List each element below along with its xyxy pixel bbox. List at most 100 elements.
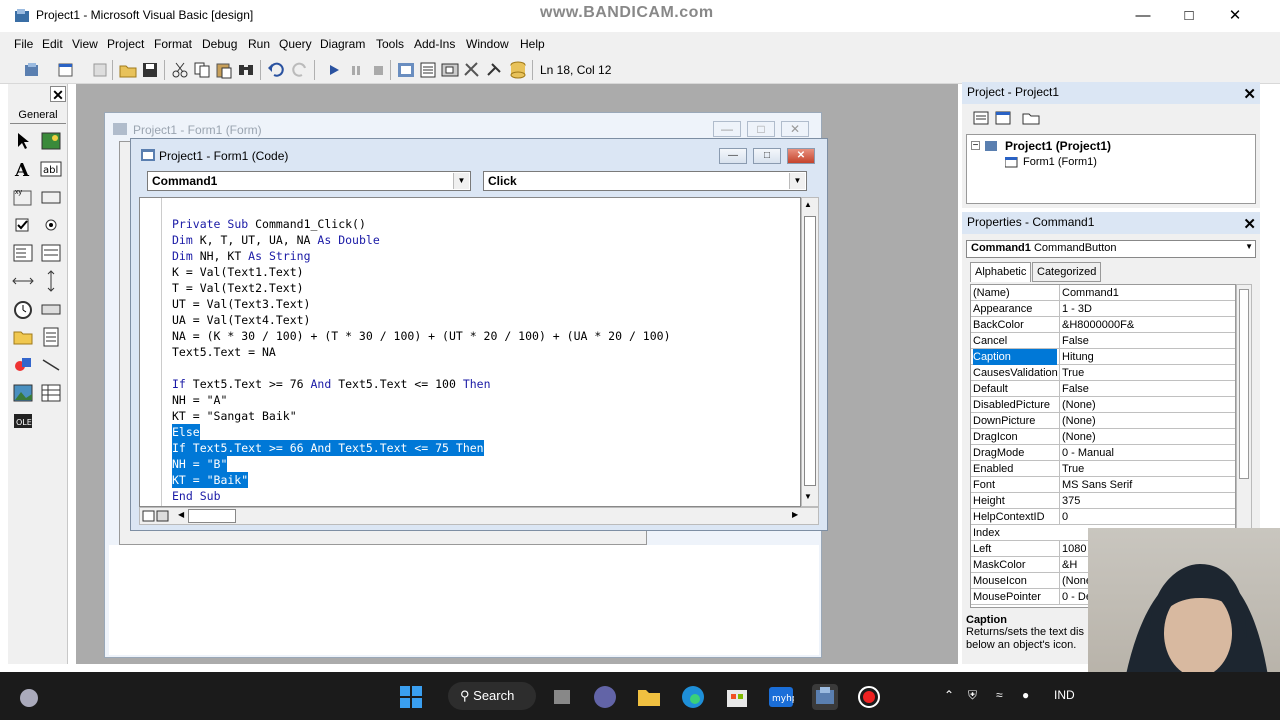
optionbutton-tool-icon[interactable] xyxy=(40,214,62,236)
start-icon[interactable] xyxy=(398,684,424,710)
scroll-right-icon[interactable]: ▶ xyxy=(792,510,798,519)
teams-icon[interactable] xyxy=(592,684,618,710)
wifi-icon[interactable]: ≈ xyxy=(996,688,1003,702)
vscrollbar-tool-icon[interactable] xyxy=(40,270,62,292)
scroll-up-icon[interactable]: ▲ xyxy=(804,200,812,209)
view-toggle-icon[interactable] xyxy=(142,509,172,523)
property-row[interactable]: Appearance 1 - 3D xyxy=(971,301,1235,317)
property-row[interactable]: Enabled True xyxy=(971,461,1235,477)
menu-query[interactable]: Query xyxy=(279,37,312,51)
store-icon[interactable] xyxy=(724,684,750,710)
checkbox-tool-icon[interactable] xyxy=(12,214,34,236)
menu-format[interactable]: Format xyxy=(154,37,192,51)
code-line[interactable]: NA = (K * 30 / 100) + (T * 30 / 100) + (… xyxy=(172,328,671,344)
bandicam-icon[interactable] xyxy=(856,684,882,710)
property-value[interactable]: MS Sans Serif xyxy=(1059,477,1235,493)
form-minimize-button[interactable]: — xyxy=(713,121,741,137)
chevron-down-icon[interactable]: ▼ xyxy=(453,173,469,189)
properties-panel-close-icon[interactable]: ✕ xyxy=(1243,215,1256,233)
toolbox-icon[interactable] xyxy=(484,60,504,80)
code-line[interactable]: K = Val(Text1.Text) xyxy=(172,264,304,280)
property-row[interactable]: CausesValidation True xyxy=(971,365,1235,381)
property-row[interactable]: DragIcon (None) xyxy=(971,429,1235,445)
edge-icon[interactable] xyxy=(680,684,706,710)
shield-icon[interactable]: ⛨ xyxy=(968,688,977,703)
menu-window[interactable]: Window xyxy=(466,37,509,51)
property-value[interactable]: 0 - Manual xyxy=(1059,445,1235,461)
menu-project[interactable]: Project xyxy=(107,37,144,51)
dirlistbox-tool-icon[interactable] xyxy=(12,326,34,348)
property-row[interactable]: Height 375 xyxy=(971,493,1235,509)
menu-file[interactable]: File xyxy=(14,37,33,51)
picturebox-tool-icon[interactable] xyxy=(40,130,62,152)
project-panel-close-icon[interactable]: ✕ xyxy=(1243,85,1256,103)
taskbar-search[interactable]: ⚲ Search xyxy=(448,682,536,710)
find-icon[interactable] xyxy=(236,60,256,80)
code-maximize-button[interactable]: □ xyxy=(753,148,781,164)
weather-icon[interactable] xyxy=(16,684,42,710)
data-tool-icon[interactable] xyxy=(40,382,62,404)
textbox-tool-icon[interactable]: abl xyxy=(40,158,62,180)
copy-icon[interactable] xyxy=(192,60,212,80)
property-value[interactable]: True xyxy=(1059,365,1235,381)
object-combo[interactable]: Command1 ▼ xyxy=(147,171,471,191)
view-object-icon[interactable] xyxy=(994,110,1012,126)
code-line[interactable]: UT = Val(Text3.Text) xyxy=(172,296,310,312)
code-line[interactable]: UA = Val(Text4.Text) xyxy=(172,312,310,328)
menu-edit[interactable]: Edit xyxy=(42,37,63,51)
menu-run[interactable]: Run xyxy=(248,37,270,51)
combobox-tool-icon[interactable] xyxy=(12,242,34,264)
label-tool-icon[interactable]: A xyxy=(12,158,34,181)
form-node[interactable]: Form1 (Form1) xyxy=(1023,156,1097,168)
view-code-icon[interactable] xyxy=(972,110,990,126)
property-value[interactable]: (None) xyxy=(1059,397,1235,413)
property-value[interactable]: False xyxy=(1059,333,1235,349)
property-row[interactable]: HelpContextID 0 xyxy=(971,509,1235,525)
menu-tools[interactable]: Tools xyxy=(376,37,404,51)
code-line[interactable]: KT = "Sangat Baik" xyxy=(172,408,297,424)
code-close-button[interactable]: ✕ xyxy=(787,148,815,164)
property-value[interactable]: Hitung xyxy=(1059,349,1235,365)
code-line[interactable]: Dim NH, KT As String xyxy=(172,248,311,264)
code-line[interactable]: Text5.Text = NA xyxy=(172,344,276,360)
form-maximize-button[interactable]: □ xyxy=(747,121,775,137)
task-view-icon[interactable] xyxy=(550,684,576,710)
line-tool-icon[interactable] xyxy=(40,354,62,376)
code-line[interactable]: Else xyxy=(172,424,200,440)
menu-help[interactable]: Help xyxy=(520,37,545,51)
minimize-button[interactable]: — xyxy=(1120,2,1166,30)
menu-diagram[interactable]: Diagram xyxy=(320,37,365,51)
property-value[interactable]: False xyxy=(1059,381,1235,397)
chevron-down-icon[interactable]: ▼ xyxy=(789,173,805,189)
property-value[interactable]: (None) xyxy=(1059,413,1235,429)
break-icon[interactable] xyxy=(346,60,366,80)
listbox-tool-icon[interactable] xyxy=(40,242,62,264)
property-row[interactable]: DisabledPicture (None) xyxy=(971,397,1235,413)
close-button[interactable]: ✕ xyxy=(1212,2,1258,30)
code-horizontal-scrollbar[interactable]: ◀ ▶ xyxy=(139,507,819,525)
code-line[interactable]: If Text5.Text >= 66 And Text5.Text <= 75… xyxy=(172,440,484,456)
commandbutton-tool-icon[interactable] xyxy=(40,186,62,208)
hscrollbar-tool-icon[interactable] xyxy=(12,270,34,292)
code-line[interactable]: NH = "B" xyxy=(172,456,228,472)
procedure-combo[interactable]: Click ▼ xyxy=(483,171,807,191)
toggle-folders-icon[interactable] xyxy=(1022,110,1040,126)
code-window[interactable]: Project1 - Form1 (Code) — □ ✕ Command1 ▼… xyxy=(130,138,828,531)
project-root-node[interactable]: Project1 (Project1) xyxy=(1005,139,1111,153)
maximize-button[interactable]: □ xyxy=(1166,2,1212,30)
add-project-icon[interactable] xyxy=(22,60,42,80)
start-icon[interactable] xyxy=(324,60,344,80)
form-layout-icon[interactable] xyxy=(440,60,460,80)
image-tool-icon[interactable] xyxy=(12,382,34,404)
add-form-icon[interactable] xyxy=(56,60,76,80)
chevron-down-icon[interactable]: ▼ xyxy=(1245,242,1253,251)
property-row[interactable]: Cancel False xyxy=(971,333,1235,349)
property-value[interactable]: (None) xyxy=(1059,429,1235,445)
code-line[interactable]: T = Val(Text2.Text) xyxy=(172,280,304,296)
property-row[interactable]: (Name) Command1 xyxy=(971,285,1235,301)
undo-icon[interactable] xyxy=(266,60,286,80)
scroll-down-icon[interactable]: ▼ xyxy=(804,492,812,501)
code-line[interactable]: End Sub xyxy=(172,488,221,504)
save-project-icon[interactable] xyxy=(140,60,160,80)
visual-basic-task-icon[interactable] xyxy=(812,684,838,710)
